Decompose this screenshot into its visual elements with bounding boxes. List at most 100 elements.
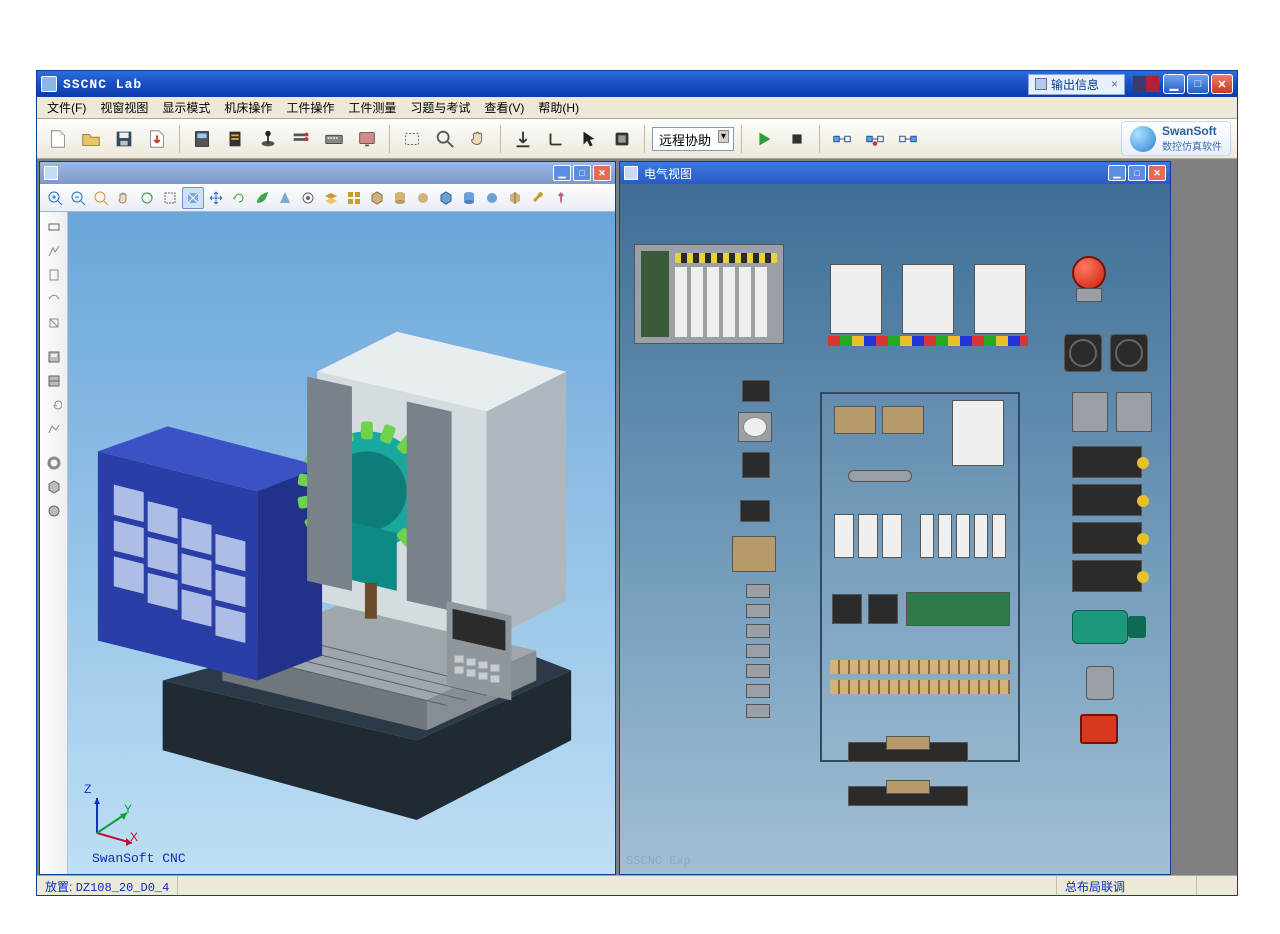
stock-button[interactable] [607, 124, 637, 154]
link-left-button[interactable] [827, 124, 857, 154]
aux-cylinder[interactable] [1086, 666, 1114, 700]
breaker-7[interactable] [974, 514, 988, 558]
breaker-3[interactable] [882, 514, 902, 558]
refresh-icon[interactable] [228, 187, 250, 209]
panel2-button[interactable] [220, 124, 250, 154]
menu-practice-exam[interactable]: 习题与考试 [404, 97, 476, 118]
pointer-button[interactable] [574, 124, 604, 154]
component-plug[interactable] [742, 452, 770, 478]
aux-box-2[interactable] [1116, 392, 1152, 432]
door-toggle-button[interactable] [286, 124, 316, 154]
vfd-inverter[interactable] [952, 400, 1004, 466]
psu-2[interactable] [882, 406, 924, 434]
side-irreg-icon[interactable] [43, 418, 65, 440]
spindle-motor[interactable] [1072, 604, 1146, 650]
grid-icon[interactable] [343, 187, 365, 209]
menu-workpiece-ops[interactable]: 工件操作 [280, 97, 340, 118]
snap-icon[interactable] [182, 187, 204, 209]
hand-pan-icon[interactable] [113, 187, 135, 209]
cnc-minimize-button[interactable]: ▁ [553, 165, 571, 181]
cnc-close-button[interactable]: ✕ [593, 165, 611, 181]
cylinder-blue-icon[interactable] [458, 187, 480, 209]
target-icon[interactable] [297, 187, 319, 209]
menu-viewport[interactable]: 视窗视图 [94, 97, 154, 118]
layers-icon[interactable] [320, 187, 342, 209]
side-tool4-icon[interactable] [43, 312, 65, 334]
contactor-2[interactable] [868, 594, 898, 624]
motor-driver-3[interactable] [1072, 522, 1142, 554]
side-rect-icon[interactable] [43, 216, 65, 238]
power-switch[interactable] [1080, 714, 1118, 744]
stop-button[interactable] [782, 124, 812, 154]
cnc-3d-viewport[interactable]: Z Y X SwanSoft CNC [68, 212, 615, 874]
link-dot-button[interactable] [860, 124, 890, 154]
terminal-5[interactable] [746, 664, 770, 678]
zoom-in-icon[interactable] [44, 187, 66, 209]
fan-1[interactable] [1064, 334, 1102, 372]
breaker-6[interactable] [956, 514, 970, 558]
export-button[interactable] [142, 124, 172, 154]
menu-display-mode[interactable]: 显示模式 [156, 97, 216, 118]
component-relay[interactable] [740, 500, 770, 522]
maximize-button[interactable]: □ [1187, 74, 1209, 94]
electrical-window[interactable]: 电气视图 ▁ □ ✕ [619, 161, 1171, 875]
save-button[interactable] [109, 124, 139, 154]
wrench-icon[interactable] [527, 187, 549, 209]
electrical-viewport[interactable]: SSCNC Exp [620, 184, 1170, 874]
elec-maximize-button[interactable]: □ [1128, 165, 1146, 181]
close-icon[interactable]: × [1111, 77, 1118, 91]
menu-file[interactable]: 文件(F) [41, 97, 92, 118]
alarm-lamp[interactable] [1072, 256, 1106, 290]
orbit-icon[interactable] [136, 187, 158, 209]
zoom-fit-icon[interactable] [90, 187, 112, 209]
joystick-button[interactable] [253, 124, 283, 154]
close-button[interactable]: ✕ [1211, 74, 1233, 94]
box-select-icon[interactable] [159, 187, 181, 209]
titlebar[interactable]: SSCNC Lab 输出信息 × ▁ □ ✕ [37, 71, 1237, 97]
cube-blue-icon[interactable] [435, 187, 457, 209]
motor-driver-2[interactable] [1072, 484, 1142, 516]
keyboard-button[interactable] [319, 124, 349, 154]
link-right-button[interactable] [893, 124, 923, 154]
side-cube-icon[interactable] [43, 476, 65, 498]
download-button[interactable] [508, 124, 538, 154]
rail-terminal-2[interactable] [886, 780, 930, 794]
menu-help[interactable]: 帮助(H) [532, 97, 585, 118]
new-file-button[interactable] [43, 124, 73, 154]
leaf-icon[interactable] [251, 187, 273, 209]
menu-workpiece-measure[interactable]: 工件测量 [342, 97, 402, 118]
terminal-4[interactable] [746, 644, 770, 658]
side-tool1-icon[interactable] [43, 240, 65, 262]
play-button[interactable] [749, 124, 779, 154]
breaker-2[interactable] [858, 514, 878, 558]
psu-1[interactable] [834, 406, 876, 434]
terminal-strip-2[interactable] [830, 680, 1010, 694]
motor-driver-4[interactable] [1072, 560, 1142, 592]
sphere-blue-icon[interactable] [481, 187, 503, 209]
cube-tan-icon[interactable] [366, 187, 388, 209]
angle-button[interactable] [541, 124, 571, 154]
component-handwheel[interactable] [738, 412, 772, 442]
elec-titlebar[interactable]: 电气视图 ▁ □ ✕ [620, 162, 1170, 184]
cone-icon[interactable] [274, 187, 296, 209]
zoom-button[interactable] [430, 124, 460, 154]
output-info-tab[interactable]: 输出信息 × [1028, 74, 1125, 95]
io-board[interactable] [906, 592, 1010, 626]
breaker-8[interactable] [992, 514, 1006, 558]
side-torus-icon[interactable] [43, 452, 65, 474]
terminal-7[interactable] [746, 704, 770, 718]
breaker-5[interactable] [938, 514, 952, 558]
side-panel2-icon[interactable] [43, 370, 65, 392]
menu-machine-ops[interactable]: 机床操作 [218, 97, 278, 118]
cnc-3d-window[interactable]: ▁ □ ✕ [39, 161, 616, 875]
fan-2[interactable] [1110, 334, 1148, 372]
rect-select-button[interactable] [397, 124, 427, 154]
elec-close-button[interactable]: ✕ [1148, 165, 1166, 181]
side-ball-icon[interactable] [43, 500, 65, 522]
side-panel1-icon[interactable] [43, 346, 65, 368]
aux-box-1[interactable] [1072, 392, 1108, 432]
cnc-titlebar[interactable]: ▁ □ ✕ [40, 162, 615, 184]
terminal-strip-1[interactable] [830, 660, 1010, 674]
move-icon[interactable] [205, 187, 227, 209]
side-spiral-icon[interactable] [43, 394, 65, 416]
